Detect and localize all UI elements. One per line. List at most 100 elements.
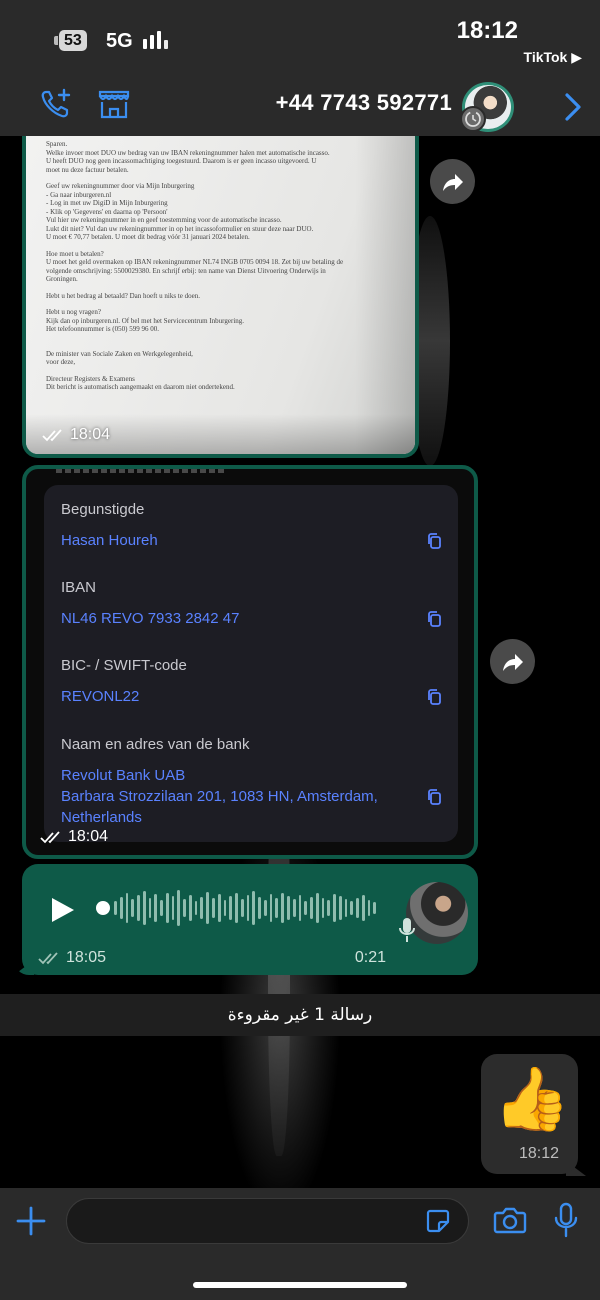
thumbs-up-emoji: 👍	[493, 1062, 571, 1135]
bank-details-card: Begunstigde Hasan Houreh IBAN NL46 REVO …	[44, 485, 458, 842]
waveform-bar	[177, 890, 181, 926]
image-message[interactable]: Sparen. Welke invoer moet DUO uw bedrag v…	[22, 136, 419, 458]
camera-icon[interactable]	[493, 1205, 527, 1235]
waveform-bar	[183, 899, 186, 917]
waveform-bar	[321, 898, 325, 918]
waveform-bar	[361, 895, 365, 921]
waveform-bar	[240, 899, 244, 917]
waveform-bar	[304, 901, 308, 915]
waveform-bar	[269, 894, 273, 922]
waveform-bar	[367, 900, 371, 916]
back-to-app-link[interactable]: TikTok ▶	[524, 49, 582, 66]
waveform-bar	[235, 893, 238, 923]
message-time: 18:12	[518, 1145, 559, 1162]
bank-address-value[interactable]: Revolut Bank UAB Barbara Strozzilaan 201…	[61, 765, 378, 828]
message-meta: 18:04	[40, 828, 108, 846]
sticker-icon[interactable]	[425, 1208, 451, 1234]
waveform-bar	[275, 898, 279, 918]
forward-button[interactable]	[430, 159, 475, 204]
beneficiary-label: Begunstigde	[61, 501, 145, 518]
waveform-bar	[350, 901, 354, 915]
play-icon[interactable]	[50, 896, 76, 924]
voice-duration: 0:21	[354, 949, 386, 966]
audio-waveform[interactable]	[114, 886, 377, 930]
waveform-bar	[131, 899, 135, 917]
forward-icon	[502, 653, 523, 671]
message-input[interactable]	[66, 1198, 469, 1244]
chevron-right-icon[interactable]	[560, 90, 586, 124]
playback-scrubber[interactable]	[96, 901, 110, 915]
double-check-icon	[40, 831, 60, 844]
network-type: 5G	[106, 30, 133, 52]
waveform-bar	[125, 893, 129, 923]
bic-label: BIC- / SWIFT-code	[61, 657, 187, 674]
waveform-bar	[200, 897, 204, 919]
iban-value[interactable]: NL46 REVO 7933 2842 47	[61, 608, 239, 629]
bank-name-label: Naam en adres van de bank	[61, 736, 250, 753]
waveform-bar	[119, 897, 123, 919]
message-meta: 18:05	[38, 949, 106, 967]
input-bar	[0, 1188, 600, 1300]
waveform-bar	[298, 895, 302, 921]
chat-body[interactable]: Sparen. Welke invoer moet DUO uw bedrag v…	[0, 136, 600, 1188]
waveform-bar	[286, 896, 290, 920]
waveform-bar	[263, 900, 267, 916]
waveform-bar	[229, 896, 233, 920]
waveform-bar	[333, 894, 336, 922]
waveform-bar	[246, 895, 250, 921]
waveform-bar	[194, 901, 198, 915]
message-time: 18:04	[70, 426, 111, 443]
mic-icon[interactable]	[553, 1202, 579, 1238]
message-time: 18:04	[68, 828, 109, 845]
waveform-bar	[188, 895, 192, 921]
waveform-bar	[114, 901, 117, 915]
waveform-bar	[327, 900, 331, 916]
copy-icon[interactable]	[426, 688, 442, 706]
waveform-bar	[154, 894, 158, 922]
waveform-bar	[148, 898, 152, 918]
message-time: 18:05	[66, 949, 107, 966]
waveform-bar	[137, 895, 140, 921]
waveform-bar	[338, 896, 342, 920]
waveform-bar	[252, 891, 256, 925]
message-meta: 18:04	[42, 426, 110, 444]
copy-icon[interactable]	[426, 788, 442, 806]
waveform-bar	[292, 899, 296, 917]
bank-details-message[interactable]: Begunstigde Hasan Houreh IBAN NL46 REVO …	[22, 465, 478, 859]
waveform-bar	[160, 900, 163, 916]
waveform-bar	[206, 892, 210, 924]
battery-icon: 53	[54, 29, 87, 51]
forward-icon	[442, 173, 463, 191]
copy-icon[interactable]	[426, 532, 442, 550]
add-call-icon[interactable]	[38, 86, 74, 122]
incoming-message[interactable]: 👍 18:12	[481, 1054, 578, 1174]
waveform-bar	[356, 898, 359, 918]
waveform-bar	[217, 894, 221, 922]
voice-message[interactable]: 18:05 0:21	[22, 864, 478, 975]
mic-icon	[397, 916, 417, 944]
store-icon[interactable]	[96, 86, 132, 122]
double-check-icon	[42, 429, 62, 442]
signal-icon	[143, 31, 168, 49]
plus-icon[interactable]	[14, 1204, 48, 1238]
copy-icon[interactable]	[426, 610, 442, 628]
waveform-bar	[171, 896, 175, 920]
battery-level: 53	[59, 29, 87, 51]
waveform-bar	[212, 898, 215, 918]
waveform-bar	[142, 891, 146, 925]
chat-header: +44 7743 592771	[0, 78, 600, 136]
iban-label: IBAN	[61, 579, 97, 596]
timer-badge-icon	[460, 106, 486, 132]
waveform-bar	[310, 897, 313, 919]
contact-phone-number[interactable]: +44 7743 592771	[276, 90, 452, 116]
beneficiary-value[interactable]: Hasan Houreh	[61, 530, 158, 551]
waveform-bar	[315, 893, 319, 923]
forward-button[interactable]	[490, 639, 535, 684]
bic-value[interactable]: REVONL22	[61, 686, 139, 707]
status-bar: 53 5G 18:12 TikTok ▶	[0, 0, 600, 78]
double-check-icon	[38, 952, 58, 965]
waveform-bar	[165, 893, 169, 923]
waveform-bar	[258, 897, 261, 919]
waveform-bar	[223, 900, 227, 916]
home-indicator[interactable]	[193, 1282, 407, 1288]
